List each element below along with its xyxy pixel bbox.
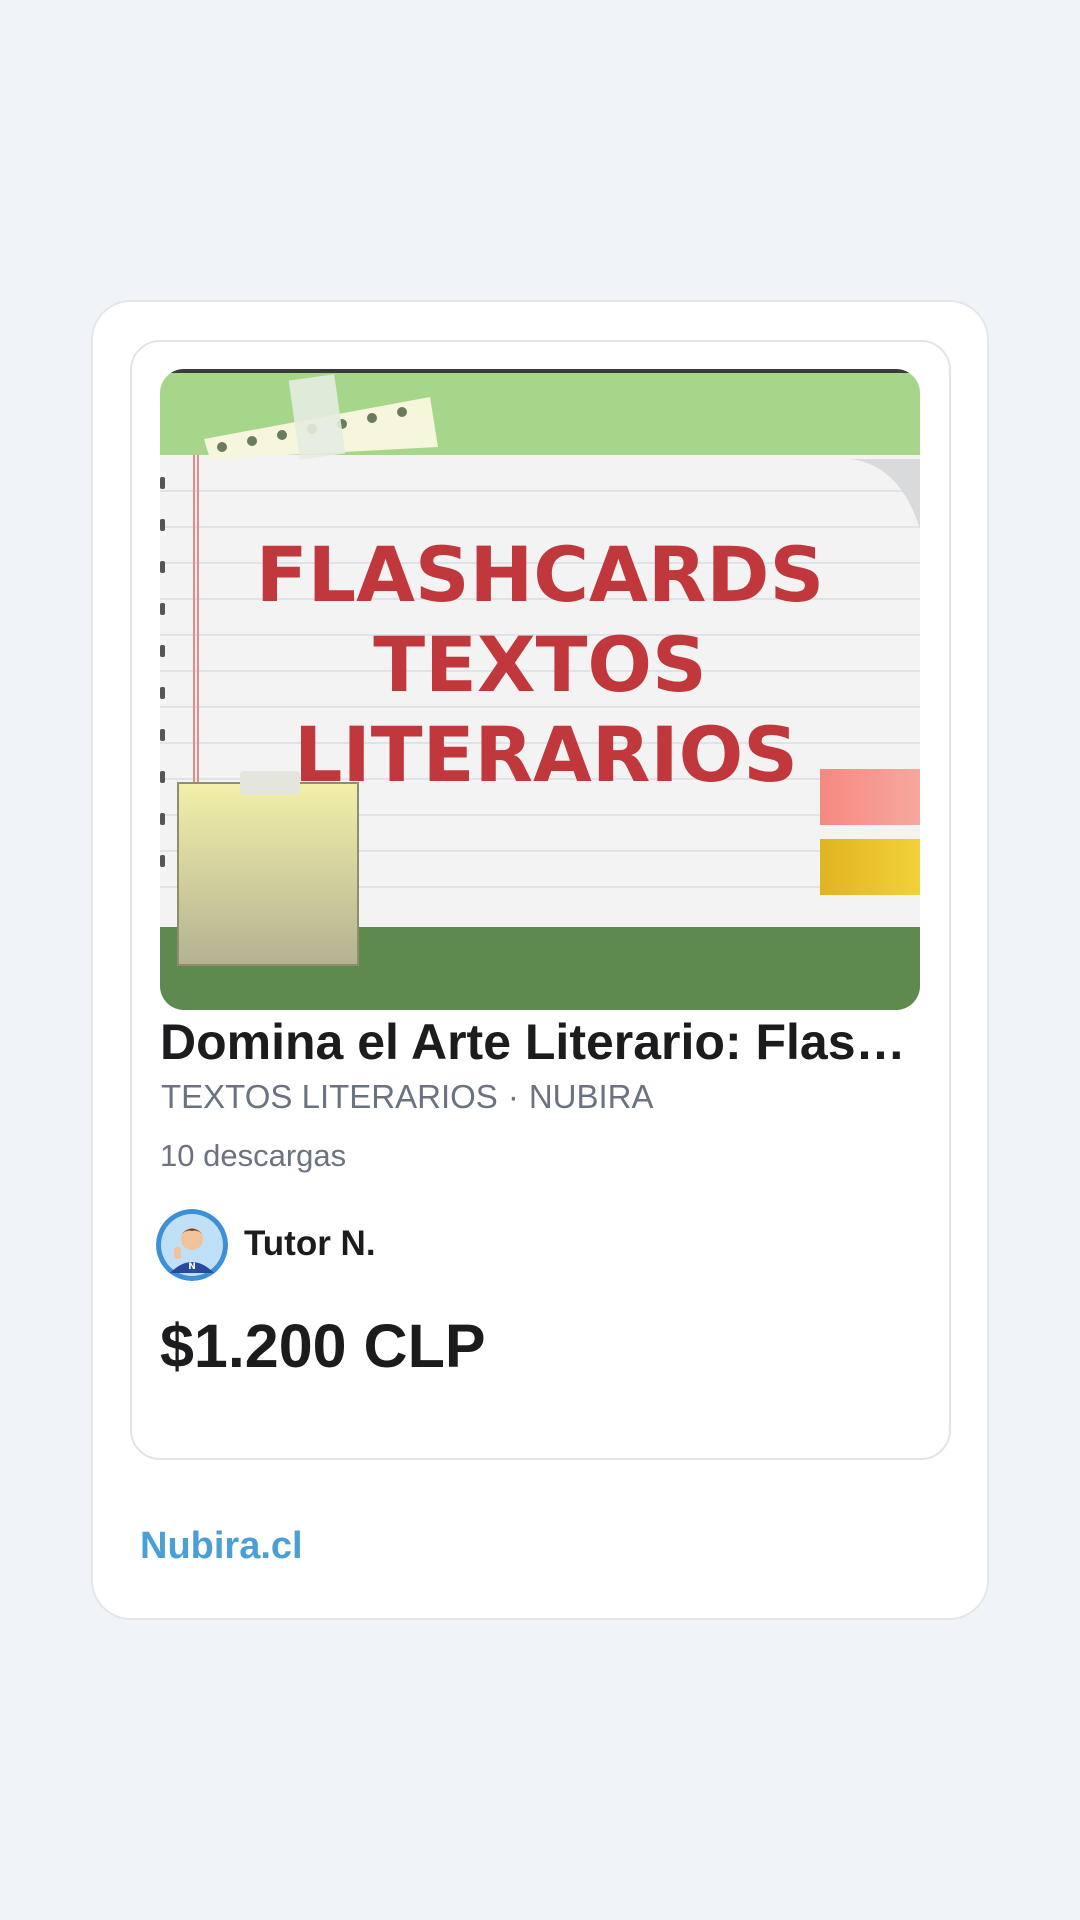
product-brand: NUBIRA bbox=[528, 1078, 654, 1115]
site-link[interactable]: Nubira.cl bbox=[140, 1523, 303, 1569]
product-thumbnail[interactable]: FLASHCARDS TEXTOS LITERARIOS bbox=[160, 369, 920, 1010]
tutor-avatar-icon[interactable]: N bbox=[156, 1209, 228, 1281]
meta-separator: · bbox=[507, 1078, 519, 1115]
author-name[interactable]: Tutor N. bbox=[244, 1222, 376, 1266]
product-category: TEXTOS LITERARIOS bbox=[161, 1078, 498, 1115]
thumbnail-title-line-1: FLASHCARDS bbox=[256, 530, 824, 619]
download-count: 10 descargas bbox=[160, 1138, 347, 1173]
thumbnail-title-line-2: TEXTOS bbox=[373, 620, 707, 709]
thumbnail-title-line-3: LITERARIOS bbox=[294, 710, 798, 799]
thumbnail-illustration: FLASHCARDS TEXTOS LITERARIOS bbox=[160, 369, 920, 1010]
product-title[interactable]: Domina el Arte Literario: Flashcards Tex… bbox=[160, 1012, 920, 1072]
product-meta: TEXTOS LITERARIOS · NUBIRA bbox=[161, 1077, 654, 1117]
product-price: $1.200 CLP bbox=[160, 1312, 486, 1380]
svg-text:N: N bbox=[188, 1262, 196, 1272]
